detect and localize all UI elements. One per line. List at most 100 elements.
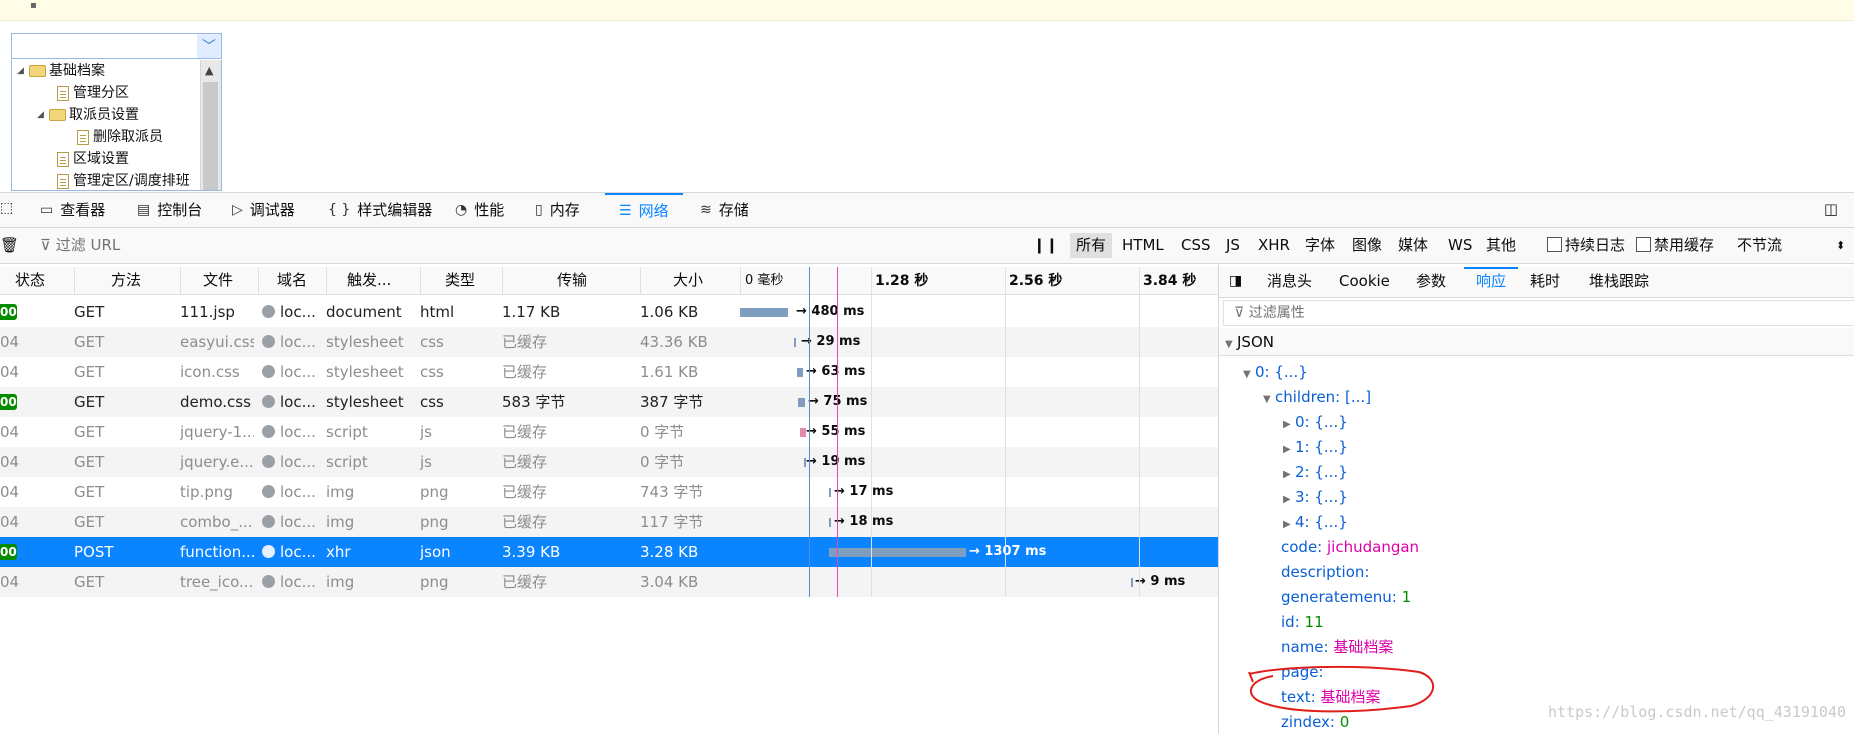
scrollbar-thumb[interactable] — [203, 82, 218, 190]
pause-icon[interactable]: ❙❙ — [1033, 228, 1058, 263]
tab-timings[interactable]: 耗时 — [1530, 267, 1560, 296]
json-property[interactable]: name: 基础档案 — [1281, 635, 1393, 660]
request-domain: loc... — [262, 507, 324, 537]
tree-node[interactable]: ◢ 基础档案 — [17, 60, 105, 82]
column-method[interactable]: 方法 — [74, 267, 180, 294]
request-size: 1.61 KB — [640, 363, 699, 381]
toggle-sidebar-icon[interactable]: ◨ — [1229, 267, 1242, 296]
select-arrows-icon[interactable]: ⬍ — [1836, 228, 1845, 263]
folder-icon — [29, 65, 46, 77]
json-node[interactable]: ▼ children: [...] — [1263, 385, 1371, 410]
collapse-triangle-icon[interactable]: ▼ — [1225, 331, 1237, 359]
column-file[interactable]: 文件 — [180, 267, 258, 294]
status-code: 04 — [0, 483, 20, 501]
json-node[interactable]: ▶ 1: {...} — [1283, 435, 1348, 460]
json-section-header[interactable]: ▼ JSON — [1219, 328, 1854, 356]
table-row[interactable]: 04 GET combo_... loc... img png 已缓存 117 字节 → 18 … — [0, 507, 1218, 537]
filter-media[interactable]: 媒体 — [1398, 228, 1428, 263]
tree-node[interactable]: 管理分区 — [57, 82, 129, 104]
table-row[interactable]: 04 GET jquery.e... loc... script js 已缓存 0 字节 → 1… — [0, 447, 1218, 477]
expand-triangle-icon[interactable]: ▶ — [1283, 412, 1295, 437]
table-row[interactable]: 04 GET easyui.css loc... stylesheet css 已缓存 43.… — [0, 327, 1218, 357]
json-property[interactable]: generatemenu: 1 — [1281, 585, 1411, 610]
tab-debugger[interactable]: ▷ 调试器 — [232, 193, 295, 227]
tab-stack-trace[interactable]: 堆栈跟踪 — [1589, 267, 1649, 296]
column-cause[interactable]: 触发... — [326, 267, 420, 294]
json-node[interactable]: ▶ 4: {...} — [1283, 510, 1348, 535]
json-property[interactable]: id: 11 — [1281, 610, 1324, 635]
expand-triangle-icon[interactable]: ▶ — [1283, 487, 1295, 512]
tab-memory[interactable]: ▯ 内存 — [535, 193, 580, 227]
tab-params[interactable]: 参数 — [1416, 267, 1446, 296]
column-domain[interactable]: 域名 — [258, 267, 326, 294]
filter-ws[interactable]: WS — [1448, 228, 1472, 263]
tab-style-editor[interactable]: { } 样式编辑器 — [328, 193, 432, 227]
tree-node[interactable]: 删除取派员 — [77, 126, 163, 148]
table-row[interactable]: 04 GET tree_ico... loc... img png 已缓存 3.04 KB → … — [0, 567, 1218, 597]
property-filter-input[interactable]: ⊽ 过滤属性 — [1223, 300, 1854, 326]
chevron-down-icon[interactable]: ﹀ — [197, 34, 221, 58]
column-status[interactable]: 状态 — [0, 267, 74, 294]
filter-css[interactable]: CSS — [1181, 228, 1211, 263]
json-node[interactable]: ▼ 0: {...} — [1243, 360, 1308, 385]
request-domain: loc... — [262, 297, 324, 327]
trash-icon[interactable]: 🗑 — [0, 228, 19, 263]
tab-performance[interactable]: ◔ 性能 — [455, 193, 504, 227]
tab-storage[interactable]: ≋ 存储 — [700, 193, 749, 227]
column-size[interactable]: 大小 — [640, 267, 740, 294]
json-property[interactable]: code: jichudangan — [1281, 535, 1419, 560]
tree-node[interactable]: 管理定区/调度排班 — [57, 170, 190, 190]
request-table-header: 状态 方法 文件 域名 触发... 类型 传输 大小 0 毫秒 1.28 秒 2… — [0, 267, 1218, 295]
table-row[interactable]: 00 GET 111.jsp loc... document html 1.17 KB 1.0… — [0, 297, 1218, 327]
json-property[interactable]: description: — [1281, 560, 1369, 585]
expand-triangle-icon[interactable]: ◢ — [37, 104, 49, 126]
tree-node[interactable]: ◢ 取派员设置 — [37, 104, 139, 126]
request-transferred: 已缓存 — [502, 453, 548, 471]
table-row[interactable]: 04 GET tip.png loc... img png 已缓存 743 字节 → 17 ms — [0, 477, 1218, 507]
collapse-triangle-icon[interactable]: ▼ — [1263, 387, 1275, 412]
json-node[interactable]: ▶ 3: {...} — [1283, 485, 1348, 510]
timing-label: → 1307 ms — [969, 544, 1047, 559]
collapse-triangle-icon[interactable]: ▼ — [1243, 362, 1255, 387]
chevron-up-icon[interactable]: ▲ — [205, 64, 213, 77]
throttle-label: 不节流 — [1737, 236, 1783, 254]
tab-inspector[interactable]: ▭ 查看器 — [40, 193, 105, 227]
url-filter-placeholder: 过滤 URL — [55, 236, 121, 254]
disable-cache-checkbox[interactable]: 禁用缓存 — [1636, 228, 1714, 263]
tab-network[interactable]: ☰ 网络 — [605, 193, 683, 227]
expand-triangle-icon[interactable]: ▶ — [1283, 462, 1295, 487]
filter-xhr[interactable]: XHR — [1258, 228, 1290, 263]
url-filter-input[interactable]: ⊽ 过滤 URL — [40, 228, 120, 263]
table-row[interactable]: 04 GET jquery-1... loc... script js 已缓存 0 字节 → 5… — [0, 417, 1218, 447]
persist-logs-checkbox[interactable]: 持续日志 — [1547, 228, 1625, 263]
combotree-input[interactable]: ﹀ — [11, 33, 222, 59]
tab-console[interactable]: ▤ 控制台 — [137, 193, 202, 227]
tree-scrollbar[interactable]: ▲ — [200, 60, 221, 190]
pick-element-icon[interactable]: ⬚ — [0, 200, 13, 216]
json-node[interactable]: ▶ 0: {...} — [1283, 410, 1348, 435]
tab-response[interactable]: 响应 — [1464, 267, 1519, 296]
json-node[interactable]: ▶ 2: {...} — [1283, 460, 1348, 485]
table-row[interactable]: 04 GET icon.css loc... stylesheet css 已缓存 1.61 … — [0, 357, 1218, 387]
filter-images[interactable]: 图像 — [1352, 228, 1382, 263]
table-row[interactable]: 00 GET demo.css loc... stylesheet css 583 字节 38… — [0, 387, 1218, 417]
filter-all[interactable]: 所有 — [1070, 233, 1113, 258]
tree-node[interactable]: 区域设置 — [57, 148, 129, 170]
expand-triangle-icon[interactable]: ▶ — [1283, 512, 1295, 537]
throttle-select[interactable]: 不节流 — [1737, 228, 1782, 263]
globe-icon — [262, 545, 275, 558]
tab-headers[interactable]: 消息头 — [1267, 267, 1312, 296]
filter-html[interactable]: HTML — [1122, 228, 1164, 263]
filter-js[interactable]: JS — [1226, 228, 1240, 263]
expand-triangle-icon[interactable]: ◢ — [17, 60, 29, 82]
request-transferred: 3.39 KB — [502, 543, 561, 561]
filter-fonts[interactable]: 字体 — [1305, 228, 1335, 263]
request-file: 111.jsp — [180, 303, 235, 321]
column-transferred[interactable]: 传输 — [502, 267, 640, 294]
dock-icon[interactable]: ◫ — [1824, 200, 1838, 218]
filter-other[interactable]: 其他 — [1486, 228, 1516, 263]
column-type[interactable]: 类型 — [420, 267, 502, 294]
expand-triangle-icon[interactable]: ▶ — [1283, 437, 1295, 462]
table-row[interactable]: 00 POST function... loc... xhr json 3.39 KB 3.2… — [0, 537, 1218, 567]
tab-cookie[interactable]: Cookie — [1339, 267, 1390, 296]
